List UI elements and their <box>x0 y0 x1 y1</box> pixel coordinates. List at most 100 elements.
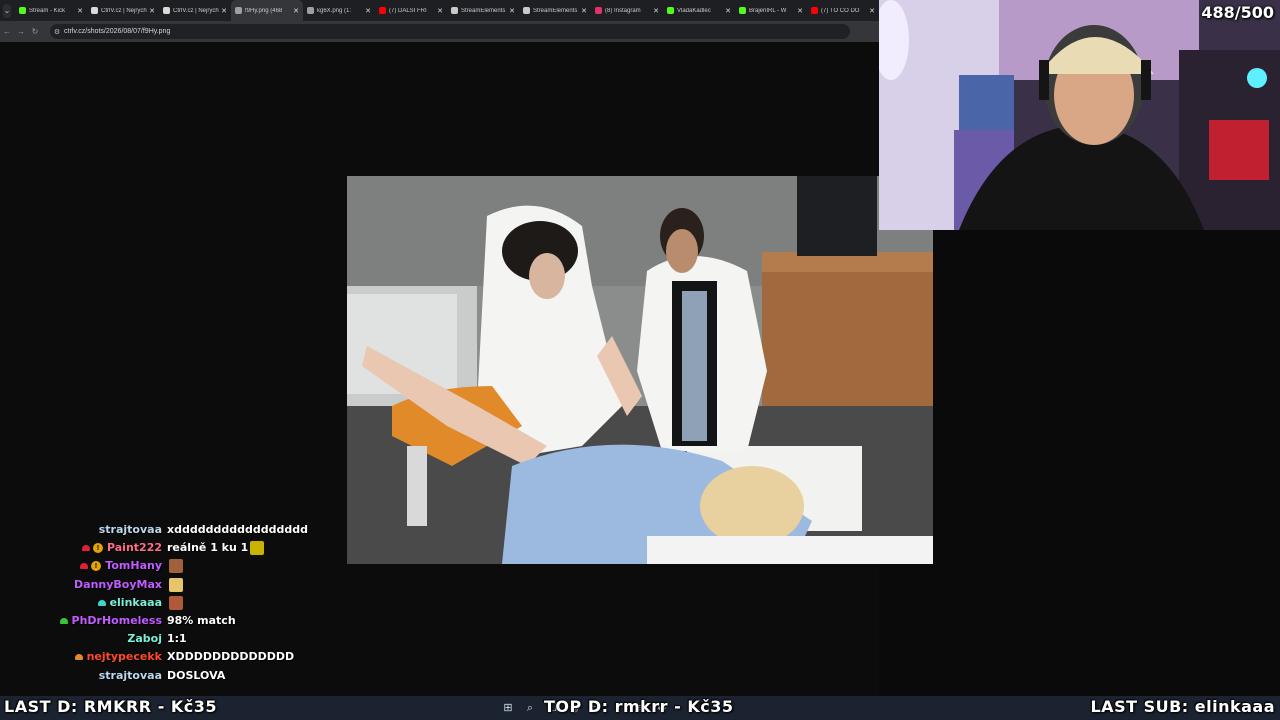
tab-favicon-icon <box>811 7 818 14</box>
chat-username: DannyBoyMax <box>74 577 162 591</box>
browser-tab[interactable]: CtrlV.cz | Nejrychlejší✕ <box>87 0 159 21</box>
close-icon[interactable]: ✕ <box>77 7 83 15</box>
browser-tab[interactable]: f9Hy.png (468 ✕ <box>231 0 303 21</box>
tab-favicon-icon <box>235 7 242 14</box>
browser-tab[interactable]: StreamElements ✕ <box>447 0 519 21</box>
tab-title: StreamElements <box>533 7 578 14</box>
chat-badges <box>75 648 83 666</box>
chat-text <box>167 557 183 575</box>
tab-title: (8) Instagram <box>605 7 641 14</box>
chat-overlay: strajtovaa xddddddddddddddddd! Paint222 reá… <box>0 521 420 685</box>
chat-text-content: xddddddddddddddddd <box>167 523 308 536</box>
close-icon[interactable]: ✕ <box>581 7 587 15</box>
chat-message: ! Paint222 reálně 1 ku 1 <box>0 539 420 557</box>
chat-message: DannyBoyMax <box>0 576 420 594</box>
chat-message: elinkaaa <box>0 594 420 612</box>
tab-favicon-icon <box>739 7 746 14</box>
tab-favicon-icon <box>307 7 314 14</box>
chat-username: elinkaaa <box>109 595 162 609</box>
webcam-feed: 488/500 <box>879 0 1280 230</box>
chat-text: DOSLOVA <box>167 667 225 685</box>
url-text[interactable]: ctrlv.cz/shots/2026/08/07/f9Hy.png <box>64 28 170 35</box>
arrow-right-icon[interactable]: → <box>14 27 28 36</box>
close-icon[interactable]: ✕ <box>869 7 875 15</box>
tab-title: kg6X.png (1: <box>317 7 352 14</box>
tab-title: BrajenIRL - W <box>749 7 787 14</box>
chat-username: Zaboj <box>127 632 162 646</box>
address-toolbar: ← → ↻ ⚙ ctrlv.cz/shots/2026/08/07/f9Hy.p… <box>0 21 879 42</box>
chat-badges <box>98 594 106 612</box>
chat-username: PhDrHomeless <box>71 613 162 627</box>
tab-title: VladaKadlec <box>677 7 711 14</box>
chat-username: Paint222 <box>106 541 162 555</box>
tab-favicon-icon <box>667 7 674 14</box>
chat-username: nejtypecekk <box>86 650 162 664</box>
tabs-list: Stream - Kick✕CtrlV.cz | Nejrychlejší✕Ct… <box>15 0 879 21</box>
chat-username: strajtovaa <box>98 668 162 682</box>
chat-text: XDDDDDDDDDDDDD <box>167 648 294 666</box>
close-icon[interactable]: ✕ <box>149 7 155 15</box>
emote-icon <box>169 595 183 610</box>
chat-text: 1:1 <box>167 630 187 648</box>
browser-tab[interactable]: (7) DALŠÍ FRI ✕ <box>375 0 447 21</box>
arrow-left-icon[interactable]: ← <box>0 27 14 36</box>
chat-text-content: 1:1 <box>167 632 187 646</box>
close-icon[interactable]: ✕ <box>797 7 803 15</box>
chat-badges: ! <box>82 539 103 557</box>
hat-badge-icon <box>75 654 83 661</box>
close-icon[interactable]: ✕ <box>509 7 515 15</box>
tab-favicon-icon <box>19 7 26 14</box>
url-field[interactable]: ⚙ ctrlv.cz/shots/2026/08/07/f9Hy.png <box>50 24 850 39</box>
browser-tab[interactable]: (7) TO ČO DO ✕ <box>807 0 879 21</box>
chat-text-content: reálně 1 ku 1 <box>167 541 249 555</box>
search-icon[interactable]: ⌕ <box>522 700 538 716</box>
chat-text: reálně 1 ku 1 <box>167 539 265 557</box>
browser-tab[interactable]: (8) Instagram ✕ <box>591 0 663 21</box>
close-icon[interactable]: ✕ <box>653 7 659 15</box>
tab-title: (7) DALŠÍ FRI <box>389 7 427 14</box>
gift-badge-icon: ! <box>91 561 101 572</box>
browser-tab[interactable]: BrajenIRL - W ✕ <box>735 0 807 21</box>
close-icon[interactable]: ✕ <box>293 7 299 15</box>
chat-text-content: 98% match <box>167 613 236 627</box>
chat-text: 98% match <box>167 612 236 630</box>
reload-icon[interactable]: ↻ <box>28 27 42 36</box>
chat-text <box>167 594 183 612</box>
chat-text: xddddddddddddddddd <box>167 521 308 539</box>
chat-text <box>167 576 183 594</box>
tab-title: StreamElements <box>461 7 506 14</box>
emote-icon <box>250 541 265 556</box>
tab-favicon-icon <box>451 7 458 14</box>
tab-favicon-icon <box>163 7 170 14</box>
windows-start-icon[interactable]: ⊞ <box>500 700 516 716</box>
tab-title: f9Hy.png (468 <box>245 7 283 14</box>
browser-tab[interactable]: kg6X.png (1: ✕ <box>303 0 375 21</box>
chat-username: strajtovaa <box>98 523 162 536</box>
tab-favicon-icon <box>595 7 602 14</box>
chat-username: TomHany <box>105 559 162 573</box>
chat-message: Zaboj 1:1 <box>0 630 420 648</box>
sub-goal-counter: 488/500 <box>1201 3 1274 22</box>
chat-message: nejtypecekk XDDDDDDDDDDDDD <box>0 648 420 666</box>
chat-message: PhDrHomeless 98% match <box>0 612 420 630</box>
browser-tab[interactable]: StreamElements ✕ <box>519 0 591 21</box>
tab-title: (7) TO ČO DO <box>821 7 860 14</box>
close-icon[interactable]: ✕ <box>221 7 227 15</box>
top-donation-label: TOP D: rmkrr - Kč35 <box>544 697 734 716</box>
browser-tab[interactable]: CtrlV.cz | Nejrychlejší✕ <box>159 0 231 21</box>
chevron-down-icon[interactable]: ⌄ <box>3 3 11 18</box>
close-icon[interactable]: ✕ <box>725 7 731 15</box>
chat-badges <box>60 612 68 630</box>
hat-badge-icon <box>82 545 90 552</box>
last-sub-label: LAST SUB: elinkaaa <box>1090 697 1275 716</box>
close-icon[interactable]: ✕ <box>437 7 443 15</box>
chat-message: ! TomHany <box>0 557 420 575</box>
browser-tab[interactable]: Stream - Kick ✕ <box>15 0 87 21</box>
tab-favicon-icon <box>91 7 98 14</box>
tune-icon[interactable]: ⚙ <box>50 28 64 36</box>
browser-tab[interactable]: VladaKadlec ✕ <box>663 0 735 21</box>
close-icon[interactable]: ✕ <box>365 7 371 15</box>
hat-badge-icon <box>80 563 88 570</box>
gift-badge-icon: ! <box>93 543 103 554</box>
chat-text-content: XDDDDDDDDDDDDD <box>167 650 295 664</box>
